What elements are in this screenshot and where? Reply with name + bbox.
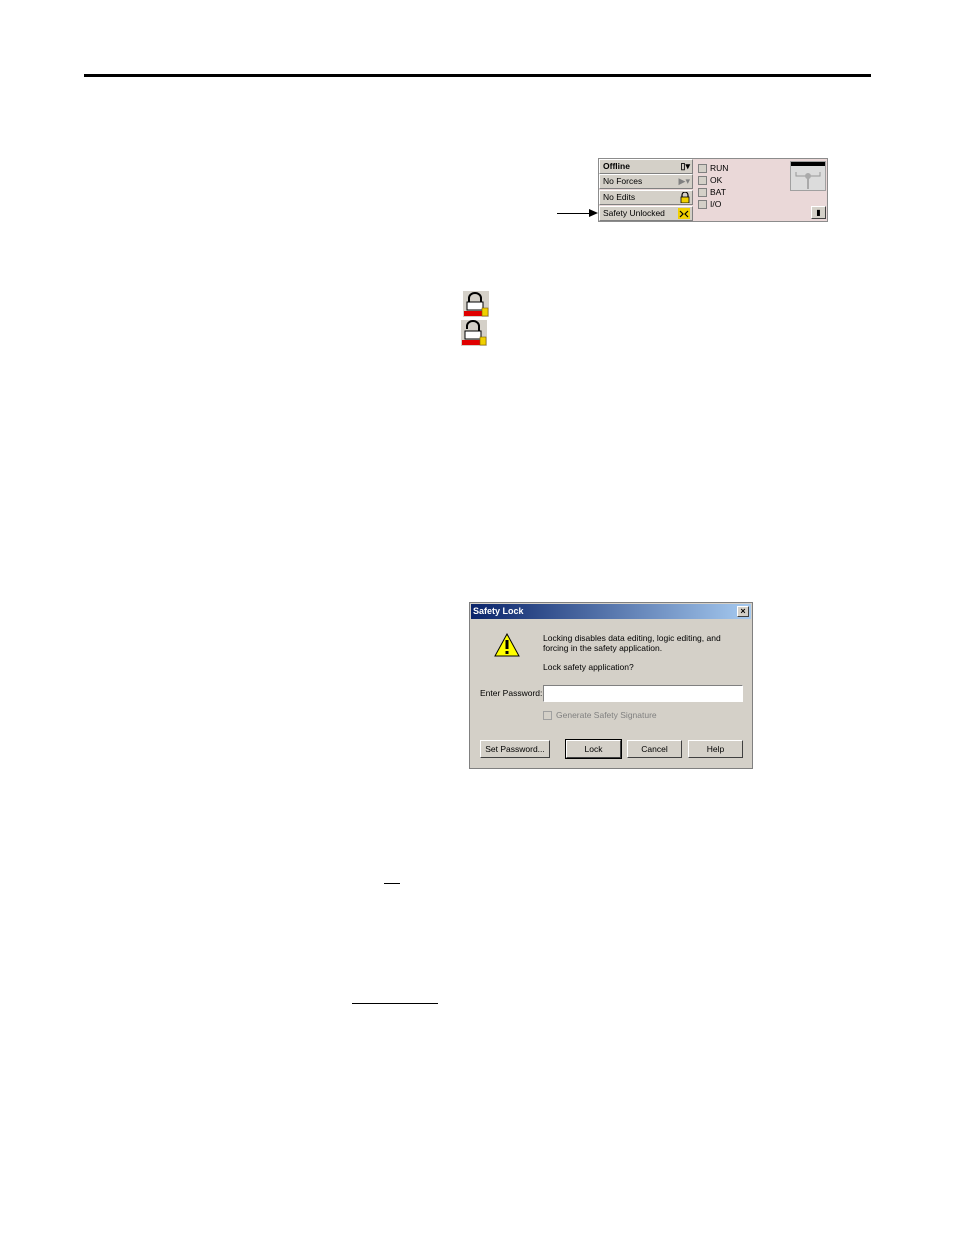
dialog-title: Safety Lock	[473, 606, 524, 616]
safety-unlocked-icon	[461, 320, 487, 346]
password-label: Enter Password:	[480, 688, 543, 698]
close-icon[interactable]: ×	[737, 606, 749, 617]
generate-signature-label: Generate Safety Signature	[556, 710, 657, 720]
status-rows: Offline ▯▾ No Forces ▶▾ No Edits Safety …	[599, 159, 694, 221]
status-forces[interactable]: No Forces ▶▾	[599, 174, 693, 189]
dialog-message-line2: forcing in the safety application.	[543, 643, 663, 653]
header-rule	[84, 74, 871, 77]
keyswitch-icon	[795, 172, 821, 189]
callout-arrow	[557, 213, 593, 214]
dialog-question: Lock safety application?	[543, 662, 634, 672]
status-offline[interactable]: Offline ▯▾	[599, 159, 693, 174]
led-run: RUN	[698, 162, 758, 174]
controller-properties-button[interactable]: ▮	[811, 206, 826, 219]
help-button[interactable]: Help	[688, 740, 743, 758]
dialog-message: Locking disables data editing, logic edi…	[543, 633, 721, 653]
controller-status-toolbar: Offline ▯▾ No Forces ▶▾ No Edits Safety …	[598, 158, 828, 222]
status-forces-label: No Forces	[603, 176, 643, 186]
lock-button[interactable]: Lock	[565, 739, 622, 759]
led-io: I/O	[698, 198, 758, 210]
play-dropdown-icon[interactable]: ▶▾	[679, 176, 690, 187]
password-input[interactable]	[543, 685, 743, 702]
led-run-label: RUN	[710, 163, 729, 173]
led-bat: BAT	[698, 186, 758, 198]
status-edits-label: No Edits	[603, 192, 636, 202]
led-run-indicator	[698, 164, 707, 173]
status-safety[interactable]: Safety Unlocked	[599, 206, 693, 221]
edit-lock-icon	[680, 191, 690, 206]
led-bat-label: BAT	[710, 187, 726, 197]
status-safety-label: Safety Unlocked	[603, 208, 665, 218]
keyswitch-panel	[790, 161, 826, 191]
keyswitch-bar	[791, 162, 825, 166]
generate-signature-box[interactable]	[543, 711, 552, 721]
dialog-message-line1: Locking disables data editing, logic edi…	[543, 633, 721, 643]
dialog-titlebar[interactable]: Safety Lock ×	[471, 604, 751, 619]
callout-arrowhead	[589, 209, 598, 217]
led-bat-indicator	[698, 188, 707, 197]
generate-signature-checkbox[interactable]: Generate Safety Signature	[543, 710, 657, 721]
warning-icon	[494, 633, 520, 657]
set-password-button[interactable]: Set Password...	[480, 740, 550, 758]
led-list: RUN OK BAT I/O	[698, 162, 758, 210]
led-io-indicator	[698, 200, 707, 209]
safety-unlocked-icon	[678, 208, 690, 222]
cancel-button[interactable]: Cancel	[627, 740, 682, 758]
link-underline[interactable]	[384, 883, 400, 884]
key-dropdown-icon[interactable]: ▯▾	[681, 161, 690, 172]
link-underline[interactable]	[352, 1003, 438, 1004]
status-edits[interactable]: No Edits	[599, 190, 693, 205]
led-ok-label: OK	[710, 175, 723, 185]
safety-lock-dialog: Safety Lock × Locking disables data edit…	[469, 602, 753, 769]
safety-locked-icon	[463, 291, 489, 317]
led-ok-indicator	[698, 176, 707, 185]
led-ok: OK	[698, 174, 758, 186]
led-io-label: I/O	[710, 199, 722, 209]
status-offline-label: Offline	[603, 161, 630, 171]
